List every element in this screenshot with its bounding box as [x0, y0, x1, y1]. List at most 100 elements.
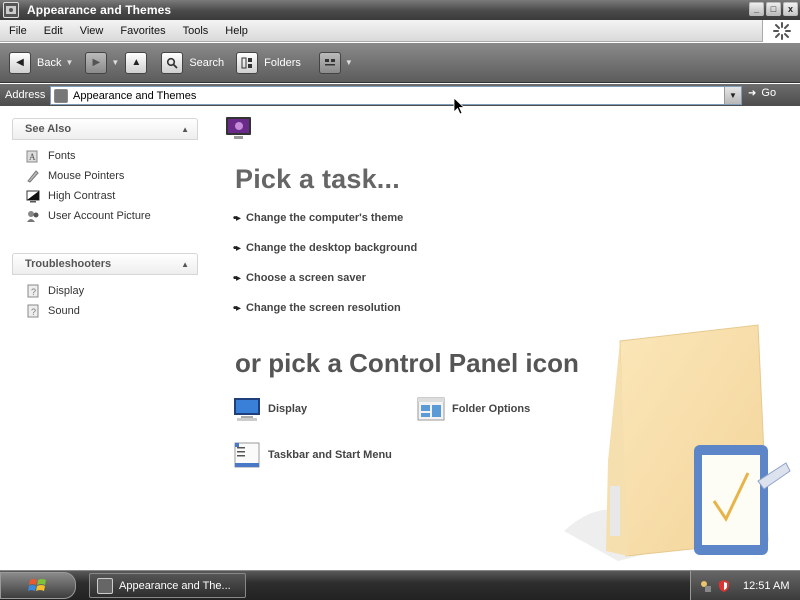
help-icon: ? [25, 283, 41, 299]
svg-text:?: ? [31, 287, 36, 297]
sidebar-item-troubleshoot-display[interactable]: ? Display [12, 281, 198, 301]
svg-text:?: ? [31, 307, 36, 317]
task-label: Change the screen resolution [246, 302, 401, 314]
task-screen-saver[interactable]: ••▸ Choose a screen saver [233, 272, 366, 284]
appearance-themes-icon [225, 115, 252, 142]
task-label: Change the desktop background [246, 242, 418, 254]
sidebar-item-label: Mouse Pointers [48, 170, 125, 182]
user-account-icon [25, 208, 41, 224]
troubleshooters-title: Troubleshooters [25, 258, 112, 270]
clock[interactable]: 12:51 AM [743, 580, 789, 592]
high-contrast-icon [25, 188, 41, 204]
menu-help[interactable]: Help [216, 25, 256, 37]
task-arrow-icon: ••▸ [233, 242, 241, 254]
search-button[interactable]: Search [161, 49, 224, 77]
sidebar-item-fonts[interactable]: A Fonts [12, 146, 198, 166]
address-value: Appearance and Themes [73, 89, 197, 102]
collapse-chevron-icon[interactable]: ▲ [181, 260, 189, 269]
forward-button[interactable]: ▶ ▼ [85, 49, 119, 77]
svg-text:A: A [29, 152, 36, 162]
maximize-button[interactable]: □ [766, 2, 781, 16]
views-button[interactable]: ▼ [318, 49, 353, 77]
start-button[interactable] [0, 572, 76, 599]
menu-bar: File Edit View Favorites Tools Help [0, 20, 800, 42]
menu-tools[interactable]: Tools [174, 25, 217, 37]
window-title: Appearance and Themes [27, 3, 172, 17]
address-bar: Address Appearance and Themes ▼ ➜ Go [0, 84, 800, 106]
fonts-icon: A [25, 148, 41, 164]
troubleshooters-panel: Troubleshooters ▲ ? Display ? Sound [12, 253, 198, 321]
see-also-header[interactable]: See Also ▲ [12, 118, 198, 140]
windows-throbber [762, 20, 800, 42]
task-change-background[interactable]: ••▸ Change the desktop background [233, 242, 417, 254]
troubleshooters-header[interactable]: Troubleshooters ▲ [12, 253, 198, 275]
cp-icon-taskbar-start-menu[interactable]: Taskbar and Start Menu [233, 441, 392, 469]
minimize-button[interactable]: _ [749, 2, 764, 16]
title-bar[interactable]: Appearance and Themes _ □ x [0, 0, 800, 20]
sidebar-item-user-account-picture[interactable]: User Account Picture [12, 206, 198, 226]
cp-icon-label: Folder Options [452, 403, 531, 415]
task-label: Choose a screen saver [246, 272, 366, 284]
go-button[interactable]: ➜ Go [748, 87, 776, 99]
views-dropdown-icon[interactable]: ▼ [345, 58, 353, 67]
taskbar-window-button[interactable]: Appearance and The... [89, 573, 246, 598]
pick-task-heading: Pick a task... [235, 164, 400, 194]
task-arrow-icon: ••▸ [233, 212, 241, 224]
control-panel-icon [97, 577, 113, 594]
sidebar-item-label: High Contrast [48, 190, 116, 202]
taskbar-window-label: Appearance and The... [119, 579, 231, 592]
taskbar: Appearance and The... 12:51 AM [0, 570, 800, 600]
security-shield-icon[interactable] [717, 579, 731, 593]
sidebar-item-label: User Account Picture [48, 210, 151, 222]
cp-icon-display[interactable]: Display [233, 395, 307, 423]
pick-icon-heading: or pick a Control Panel icon [235, 348, 579, 378]
cp-icon-label: Display [268, 403, 308, 415]
close-button[interactable]: x [783, 2, 798, 16]
cp-icon-label: Taskbar and Start Menu [268, 449, 392, 461]
folders-button[interactable]: Folders [236, 49, 301, 77]
mouse-cursor-icon [453, 97, 466, 115]
toolbar: ◀ Back ▼ ▶ ▼ ▲ Search Folders ▼ [0, 43, 800, 83]
forward-dropdown-icon[interactable]: ▼ [111, 58, 119, 67]
back-arrow-icon: ◀ [9, 51, 31, 74]
network-tray-icon[interactable] [699, 579, 713, 593]
folder-watermark-graphic [558, 321, 798, 570]
content-area: See Also ▲ A Fonts Mouse Pointers High C… [0, 106, 800, 570]
mouse-pointers-icon [25, 168, 41, 184]
collapse-chevron-icon[interactable]: ▲ [181, 125, 189, 134]
folder-options-icon [417, 395, 445, 423]
sidebar-item-label: Sound [48, 305, 80, 317]
address-input[interactable]: Appearance and Themes ▼ [50, 86, 742, 105]
task-arrow-icon: ••▸ [233, 272, 241, 284]
display-icon [233, 395, 261, 423]
task-label: Change the computer's theme [246, 212, 404, 224]
views-icon [318, 51, 341, 74]
up-button[interactable]: ▲ [125, 49, 148, 77]
address-dropdown-icon[interactable]: ▼ [724, 87, 741, 104]
go-label: Go [761, 87, 777, 99]
sidebar-item-high-contrast[interactable]: High Contrast [12, 186, 198, 206]
menu-file[interactable]: File [0, 25, 35, 37]
sidebar-item-mouse-pointers[interactable]: Mouse Pointers [12, 166, 198, 186]
sidebar-item-troubleshoot-sound[interactable]: ? Sound [12, 301, 198, 321]
cp-icon-folder-options[interactable]: Folder Options [417, 395, 530, 423]
address-label: Address [5, 89, 46, 101]
sidebar-item-label: Display [48, 285, 85, 297]
menu-view[interactable]: View [71, 25, 112, 37]
taskbar-start-menu-icon [233, 441, 261, 469]
task-screen-resolution[interactable]: ••▸ Change the screen resolution [233, 302, 401, 314]
back-dropdown-icon[interactable]: ▼ [65, 58, 73, 67]
back-button[interactable]: ◀ Back ▼ [9, 49, 73, 77]
task-change-theme[interactable]: ••▸ Change the computer's theme [233, 212, 403, 224]
menu-favorites[interactable]: Favorites [111, 25, 173, 37]
go-arrow-icon: ➜ [748, 87, 757, 99]
search-icon [161, 51, 184, 74]
task-sidebar: See Also ▲ A Fonts Mouse Pointers High C… [0, 106, 212, 570]
menu-edit[interactable]: Edit [35, 25, 71, 37]
task-arrow-icon: ••▸ [233, 302, 241, 314]
system-tray: 12:51 AM [690, 571, 800, 600]
see-also-panel: See Also ▲ A Fonts Mouse Pointers High C… [12, 118, 198, 226]
folders-label: Folders [264, 56, 301, 69]
help-icon: ? [25, 303, 41, 319]
window-app-icon[interactable] [3, 2, 19, 18]
